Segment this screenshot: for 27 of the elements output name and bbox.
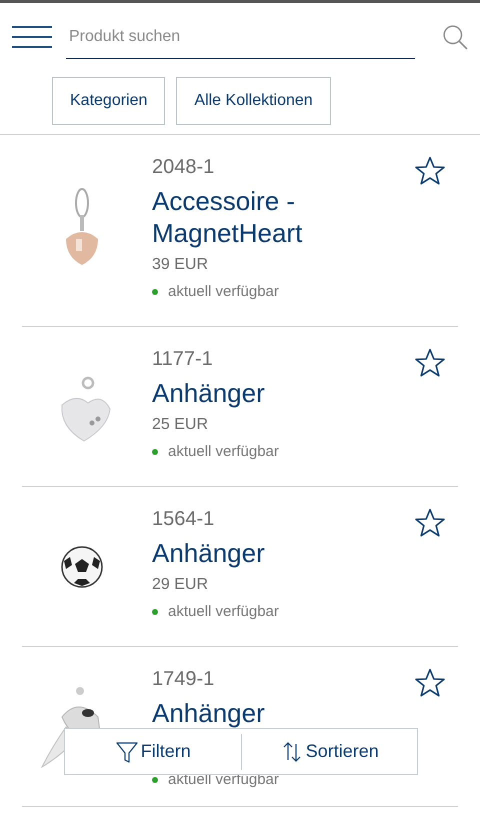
star-icon[interactable] — [414, 507, 446, 539]
filter-button[interactable]: Kategorien — [52, 77, 166, 125]
price: 29 EUR — [152, 575, 210, 595]
product-number: 1177-1 — [152, 347, 214, 371]
product-number: 1564-1 — [152, 507, 216, 531]
product-name[interactable]: Anhänger — [152, 697, 332, 729]
product-number: 2048-1 — [152, 155, 216, 179]
filter-action-button[interactable]: Filtern — [65, 734, 242, 770]
star-icon[interactable] — [414, 347, 446, 379]
product-name[interactable]: Anhänger — [152, 537, 332, 569]
search-icon[interactable] — [442, 24, 468, 50]
price: 39 EUR — [152, 255, 210, 275]
product-number: 1749-1 — [152, 667, 216, 691]
product-name[interactable]: Accessoire - MagnetHeart — [152, 185, 332, 249]
search-field[interactable]: Produkt suchen — [66, 15, 415, 59]
filter-button[interactable]: Alle Kollektionen — [176, 77, 331, 125]
star-icon[interactable] — [414, 667, 446, 699]
availability-text: aktuell verfügbar — [168, 282, 279, 302]
availability-text: aktuell verfügbar — [168, 442, 279, 462]
funnel-icon — [114, 740, 139, 764]
price: 25 EUR — [152, 415, 210, 435]
availability-text: aktuell verfügbar — [168, 602, 279, 622]
availability-text: aktuell verfügbar — [168, 770, 279, 790]
star-icon[interactable] — [414, 155, 446, 187]
menu-icon[interactable] — [12, 25, 52, 49]
sort-action-button[interactable]: Sortieren — [242, 734, 417, 770]
product-name[interactable]: Anhänger — [152, 377, 332, 409]
